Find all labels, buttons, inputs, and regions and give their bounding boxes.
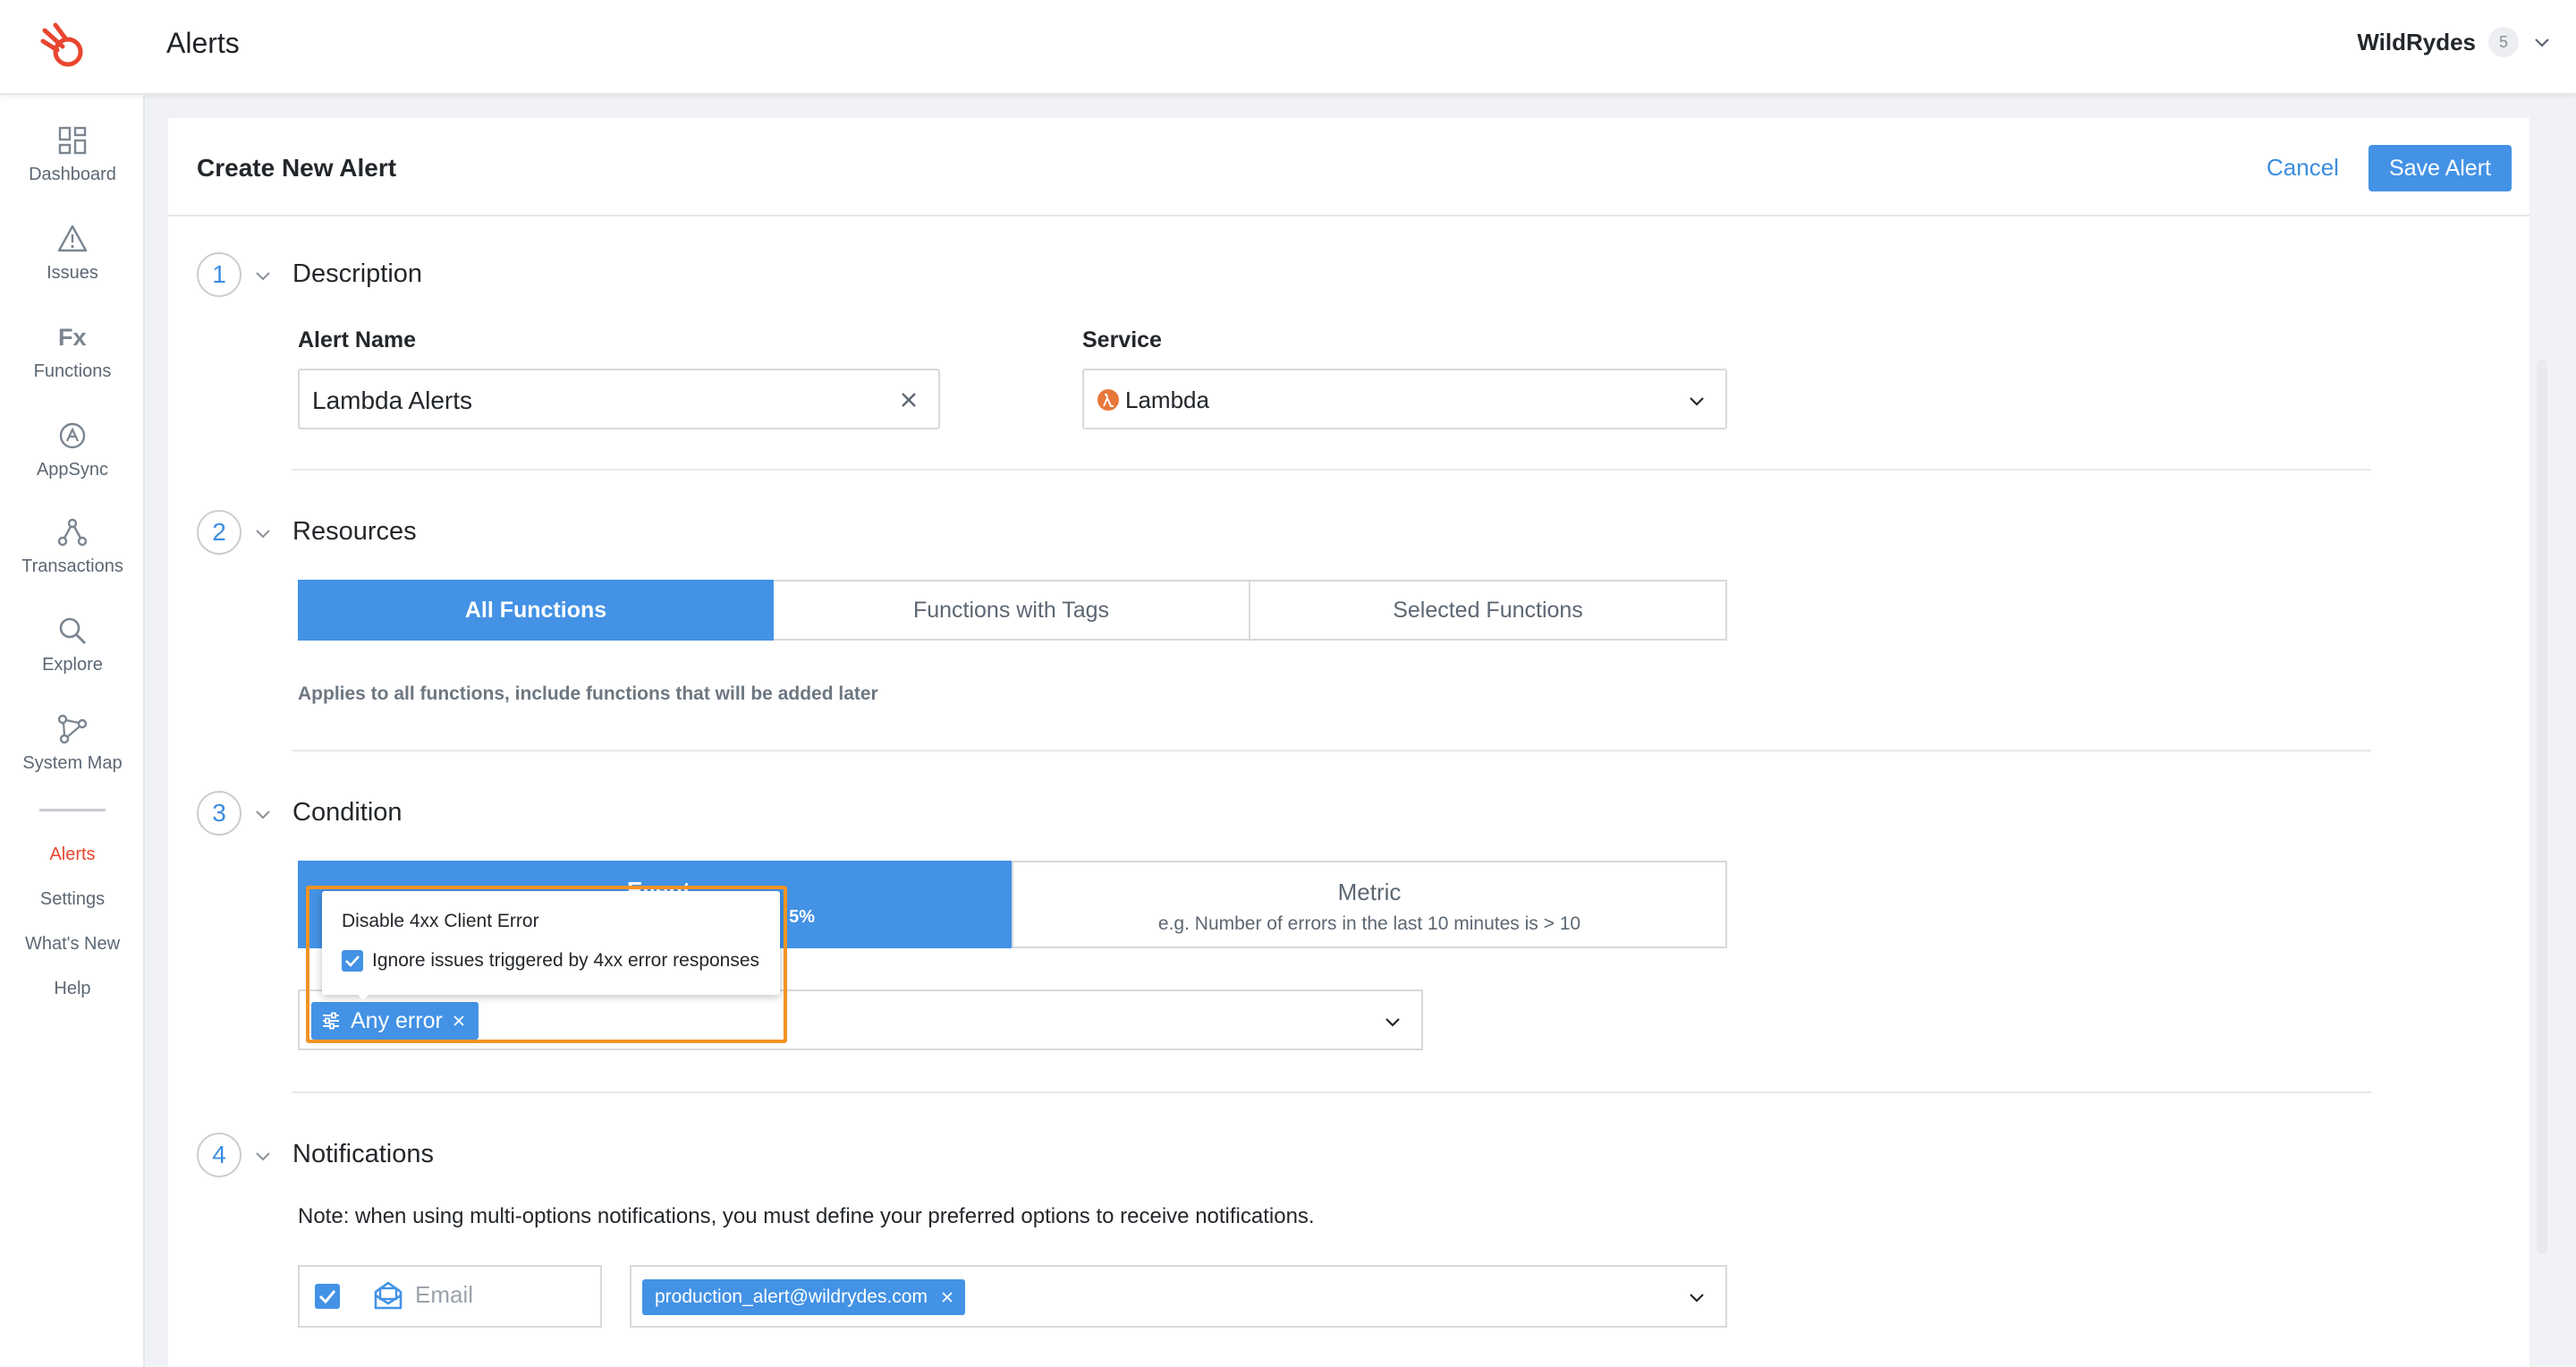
fx-icon: Fx (58, 324, 87, 351)
clear-icon[interactable] (899, 390, 919, 410)
user-name[interactable]: WildRydes (2357, 29, 2476, 56)
section-title-description[interactable]: Description (292, 259, 422, 289)
section-divider (292, 750, 2371, 751)
transactions-icon (57, 518, 88, 547)
section-title-notifications[interactable]: Notifications (292, 1140, 434, 1169)
resources-helper-text: Applies to all functions, include functi… (298, 684, 878, 704)
error-tag-label: Any error (351, 1007, 443, 1033)
page-title: Alerts (166, 27, 240, 59)
event-description: 5% (789, 907, 815, 927)
sidebar-item-appsync[interactable]: AppSync (0, 420, 145, 480)
sidebar-item-label: Dashboard (29, 165, 116, 184)
section-title-resources[interactable]: Resources (292, 517, 417, 547)
error-filter-tag[interactable]: Any error (311, 1002, 479, 1040)
popover-arrow (354, 991, 372, 1000)
chevron-down-icon[interactable] (1686, 1286, 1707, 1308)
chevron-down-icon (1690, 397, 1704, 406)
error-filter-popover: Disable 4xx Client Error Ignore issues t… (322, 891, 780, 1000)
sidebar: Dashboard Issues Fx Functions AppSync Tr… (0, 95, 145, 1367)
dashboard-icon (58, 126, 87, 155)
sidebar-item-label: Functions (33, 361, 112, 381)
save-alert-button[interactable]: Save Alert (2368, 145, 2512, 191)
tab-functions-with-tags[interactable]: Functions with Tags (774, 580, 1250, 641)
email-icon (374, 1281, 402, 1310)
popover-title: Disable 4xx Client Error (342, 911, 539, 931)
checkmark-icon (345, 955, 360, 967)
sidebar-item-label: Transactions (21, 556, 123, 576)
recipient-email: production_alert@wildrydes.com (655, 1286, 928, 1307)
create-alert-card: Create New Alert Cancel Save Alert (168, 118, 2547, 1367)
step-number-1: 1 (197, 252, 242, 297)
service-label: Service (1082, 327, 1162, 352)
sidebar-item-functions[interactable]: Fx Functions (0, 322, 145, 382)
sidebar-item-label: AppSync (36, 460, 109, 480)
sidebar-item-explore[interactable]: Explore (0, 616, 145, 675)
close-icon[interactable] (452, 1014, 466, 1028)
filter-settings-icon[interactable] (320, 1010, 342, 1032)
alert-name-field[interactable]: Lambda Alerts (298, 369, 940, 429)
sidebar-item-issues[interactable]: Issues (0, 224, 145, 284)
alert-name-value: Lambda Alerts (312, 386, 472, 414)
card-header: Create New Alert Cancel Save Alert (168, 118, 2529, 217)
sidebar-item-dashboard[interactable]: Dashboard (0, 125, 145, 185)
sidebar-item-label: System Map (22, 753, 123, 773)
sidebar-item-system-map[interactable]: System Map (0, 714, 145, 774)
system-map-icon (57, 714, 88, 744)
recipient-tag[interactable]: production_alert@wildrydes.com (642, 1279, 965, 1315)
step-number-4: 4 (197, 1133, 242, 1177)
user-menu[interactable]: WildRydes 5 (2357, 27, 2553, 57)
step-number-2: 2 (197, 510, 242, 555)
tab-all-functions[interactable]: All Functions (298, 580, 774, 641)
sidebar-link-settings[interactable]: Settings (0, 889, 145, 910)
sidebar-item-transactions[interactable]: Transactions (0, 517, 145, 577)
step-number-3: 3 (197, 791, 242, 836)
notification-badge: 5 (2488, 27, 2519, 57)
top-bar: Alerts WildRydes 5 (0, 0, 2576, 95)
form-title: Create New Alert (197, 154, 397, 182)
section-title-condition[interactable]: Condition (292, 798, 402, 828)
chevron-down-icon[interactable] (252, 265, 274, 286)
close-icon[interactable] (940, 1290, 954, 1304)
ignore-4xx-checkbox[interactable] (342, 950, 363, 972)
email-channel-label: Email (415, 1281, 474, 1308)
section-divider (292, 469, 2371, 471)
cancel-button[interactable]: Cancel (2267, 154, 2339, 182)
lambda-icon (1097, 389, 1119, 411)
checkmark-icon (318, 1290, 336, 1304)
section-divider (292, 1091, 2371, 1093)
sidebar-link-help[interactable]: Help (0, 979, 145, 999)
appsync-icon (59, 422, 86, 449)
sidebar-item-label: Issues (47, 263, 98, 283)
metric-description: e.g. Number of errors in the last 10 min… (1157, 913, 1581, 934)
service-value: Lambda (1125, 386, 1209, 413)
sidebar-item-label: Explore (42, 655, 103, 675)
svg-text:Fx: Fx (58, 324, 87, 351)
chevron-down-icon[interactable] (2531, 31, 2553, 53)
chevron-down-icon[interactable] (252, 803, 274, 825)
chevron-down-icon[interactable] (252, 1145, 274, 1167)
sidebar-divider (39, 809, 106, 811)
warning-icon (57, 225, 88, 252)
alert-name-label: Alert Name (298, 327, 416, 352)
service-select[interactable]: Lambda (1082, 369, 1727, 429)
sidebar-link-whats-new[interactable]: What's New (0, 934, 145, 955)
tab-selected-functions[interactable]: Selected Functions (1250, 580, 1727, 641)
scrollbar[interactable] (2537, 360, 2547, 1254)
notifications-note: Note: when using multi-options notificat… (298, 1204, 1315, 1228)
email-checkbox[interactable] (315, 1284, 340, 1309)
sidebar-link-alerts[interactable]: Alerts (0, 845, 145, 865)
condition-type-metric[interactable]: Metric e.g. Number of errors in the last… (1012, 861, 1727, 948)
ignore-4xx-label[interactable]: Ignore issues triggered by 4xx error res… (372, 950, 759, 972)
chevron-down-icon[interactable] (252, 522, 274, 544)
search-icon (59, 617, 86, 644)
logo-icon[interactable] (36, 18, 93, 75)
chevron-down-icon[interactable] (1382, 1011, 1403, 1032)
metric-label: Metric (1337, 879, 1402, 905)
